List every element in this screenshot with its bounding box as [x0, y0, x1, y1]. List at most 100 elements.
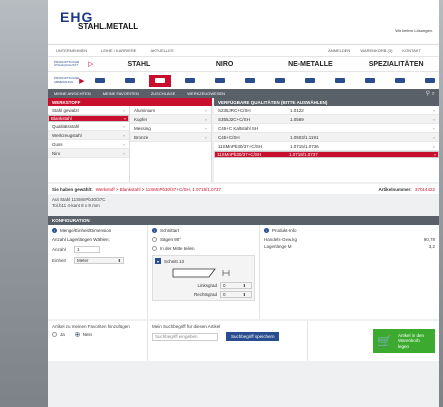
- chevron-down-icon: ⬍: [242, 283, 246, 288]
- profile-shape-icon: [334, 78, 345, 83]
- profile-shape-10[interactable]: [359, 75, 381, 87]
- quality-row[interactable]: 11SMnPb30/37+C/SH 1.0718/1.0737 »: [214, 151, 439, 158]
- werkstoff-item[interactable]: Blankstahl »: [48, 115, 129, 122]
- tab-meine-favoriten[interactable]: Meine Favoriten: [103, 91, 139, 96]
- profile-shape-icon: [94, 78, 105, 83]
- werkstoff-item[interactable]: Niro »: [48, 149, 129, 158]
- produkt-info-key: Lagerlänge M: [264, 244, 292, 249]
- menge-subtitle: Anzahl Lagerlängen Wählen:: [52, 237, 110, 242]
- produkt-info-list: Handels-Gew.kg 90,78 Lagerlänge M 3,2: [264, 237, 435, 249]
- article-info: Aut Stahl 11SMnPb30/37C Tol.h11 4-kant 8…: [48, 194, 439, 214]
- anzahl-input[interactable]: 1: [74, 246, 100, 253]
- profile-shape-3[interactable]: [148, 74, 171, 87]
- config-schnitt: i Schnittart Sägen 90° In der Mitte teile…: [148, 225, 260, 319]
- profile-shape-9[interactable]: [329, 75, 351, 87]
- article-number: 37014422: [414, 186, 435, 192]
- chevron-right-icon: »: [432, 134, 435, 140]
- cat-niro[interactable]: NIRO: [182, 61, 268, 68]
- profile-shape-5[interactable]: [209, 75, 231, 87]
- werkstoff-item-label: Stahl gewalzt: [52, 107, 79, 113]
- save-search-term-button[interactable]: Suchbegriff speichern: [226, 332, 280, 341]
- quality-row[interactable]: 11SMnPb30/37+C/SH 1.0715/1.0736 »: [214, 142, 439, 151]
- add-to-cart-button[interactable]: 🛒 Artikel in den Warenkorb legen: [373, 329, 435, 353]
- article-label: Artikelnummer:: [378, 186, 412, 192]
- qualitaeten-header: Verfügbare Qualitäten (bitte auswählen): [214, 98, 439, 106]
- werkstoff-item[interactable]: Kupfer »: [130, 115, 211, 124]
- nav-karriere[interactable]: Leihe / Karriere: [101, 48, 136, 53]
- werkstoff-item[interactable]: Qualitätsstahl »: [48, 122, 129, 131]
- tab-zuschlaege[interactable]: Zuschläge: [151, 91, 175, 96]
- linksgrad-select[interactable]: 0 ⬍: [220, 282, 252, 289]
- subtabs: Meine Ansichten Meine Favoriten Zuschläg…: [48, 89, 439, 98]
- profile-shape-4[interactable]: [179, 75, 201, 87]
- profile-shape-12[interactable]: [419, 75, 439, 87]
- werkstoff-item[interactable]: Bronze »: [130, 133, 211, 142]
- favorite-ja[interactable]: Ja: [52, 332, 65, 337]
- info-icon: i: [152, 228, 157, 233]
- shape-tag: PRODUKTSUCHE ABMESSUNG: [54, 76, 80, 84]
- quality-name: 11SMnPb30/37+C/SH: [217, 152, 262, 157]
- werkstoff-item[interactable]: Messing »: [130, 124, 211, 133]
- werkstoff-item[interactable]: Werkzeugstahl »: [48, 131, 129, 140]
- werkstoff-item-label: Blankstahl: [51, 116, 72, 121]
- quality-code: 1.0122: [290, 107, 304, 113]
- search-term-input[interactable]: Suchbegriff eingeben: [152, 332, 218, 341]
- chevron-right-icon: »: [122, 132, 125, 138]
- chevron-right-icon: »: [433, 152, 436, 157]
- chevron-right-icon: »: [204, 125, 207, 131]
- werkstoff-item-label: Messing: [134, 125, 151, 131]
- nav-unternehmen[interactable]: Unternehmen: [56, 48, 87, 53]
- schnitt-option-1[interactable]: Sägen 90°: [152, 237, 255, 242]
- selector: Werkstoff Stahl gewalzt» Blankstahl» Quali…: [48, 98, 439, 182]
- werkstoff-item[interactable]: Stahl gewalzt »: [48, 106, 129, 115]
- chevron-right-icon: »: [204, 116, 207, 122]
- nav-aktuelles[interactable]: Aktuelles: [150, 48, 173, 53]
- quality-row[interactable]: S355J2C+C/SH 1.0569 »: [214, 115, 439, 124]
- chevron-down-icon[interactable]: ▾: [155, 258, 161, 264]
- profile-shape-11[interactable]: [389, 75, 411, 87]
- nav-anmelden[interactable]: Anmelden: [328, 48, 350, 53]
- cat-stahl[interactable]: STAHL: [96, 61, 182, 68]
- config-menge: i Menge/Einheit/Dimension Anzahl Lagerlän…: [48, 225, 148, 319]
- cart-box: 🛒 Artikel in den Warenkorb legen: [308, 321, 439, 361]
- tagline: Wir liefern Lösungen.: [395, 28, 433, 33]
- quality-name: S235JRC+C/SH: [218, 107, 251, 113]
- nav-kontakt[interactable]: Kontakt: [402, 48, 421, 53]
- werkstoff-item[interactable]: Aluminium »: [130, 106, 211, 115]
- quality-name: S355J2C+C/SH: [218, 116, 250, 122]
- profile-shape-7[interactable]: [269, 75, 291, 87]
- favorite-text: Artikel zu meinen Favoriten hinzufügen: [52, 324, 130, 329]
- config-header: Konfiguration: [48, 216, 439, 225]
- profile-shape-icon: [274, 78, 285, 83]
- chevron-right-icon: »: [204, 134, 207, 140]
- nav-warenkorb[interactable]: Warenkorb (3): [360, 48, 392, 53]
- play-icon: ▷: [88, 61, 94, 68]
- profile-shape-icon: [124, 78, 135, 83]
- produkt-info-title: Produkt-Info: [272, 228, 297, 233]
- cat-ne-metalle[interactable]: NE-METALLE: [268, 61, 354, 68]
- profile-shape-8[interactable]: [299, 75, 321, 87]
- profile-shape-6[interactable]: [239, 75, 261, 87]
- quality-row[interactable]: C45+C Kaltstahl SH »: [214, 124, 439, 133]
- chevron-right-icon: »: [432, 116, 435, 122]
- produkt-info-row: Lagerlänge M 3,2: [264, 244, 435, 249]
- chevron-right-icon: »: [122, 150, 125, 156]
- profile-shape-2[interactable]: [119, 75, 141, 87]
- schnitt-option-2[interactable]: In der Mitte teilen: [152, 246, 255, 251]
- chevron-right-icon: »: [122, 141, 125, 147]
- chevron-right-icon: »: [204, 107, 207, 113]
- logo[interactable]: EHG STAHL.METALL: [60, 10, 138, 31]
- quality-row[interactable]: S235JRC+C/SH 1.0122 »: [214, 106, 439, 115]
- einheit-select[interactable]: Meter ⬍: [74, 257, 124, 264]
- quality-row[interactable]: C45+C/SH 1.0503/1.1191 »: [214, 133, 439, 142]
- quality-code: 1.0715/1.0736: [290, 143, 319, 149]
- cat-spezialitaeten[interactable]: SPEZIALITÄTEN: [353, 61, 439, 68]
- tab-werkzeugwesen[interactable]: Werkzeugwesen: [187, 91, 225, 96]
- werkstoff-item[interactable]: Guss »: [48, 140, 129, 149]
- profile-shape-1[interactable]: [89, 75, 111, 87]
- user-search-icons[interactable]: ⚲ ⌕: [426, 90, 435, 98]
- quality-name: 11SMnPb30/37+C/SH: [218, 143, 263, 149]
- rechtsgrad-select[interactable]: 0 ⬍: [220, 291, 252, 298]
- favorite-nein[interactable]: Nein: [74, 332, 92, 337]
- tab-meine-ansichten[interactable]: Meine Ansichten: [54, 91, 91, 96]
